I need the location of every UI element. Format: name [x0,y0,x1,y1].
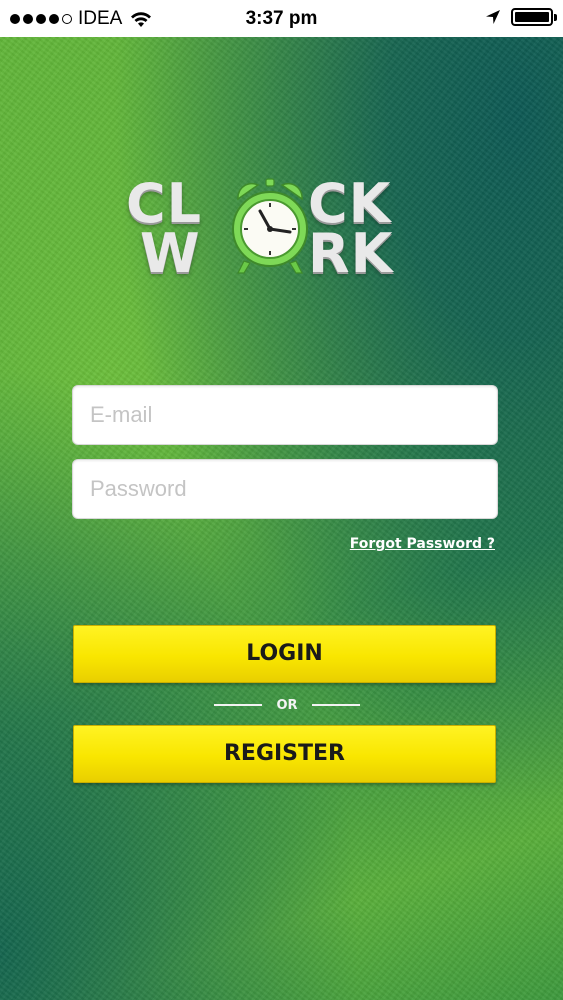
location-arrow-icon [486,10,500,24]
or-divider: OR [214,696,360,714]
password-field[interactable] [72,459,498,519]
login-button[interactable]: LOGIN [73,625,496,683]
forgot-password-link[interactable]: Forgot Password ? [350,536,495,552]
login-screen: CL CK W RK E-mail Forgot Password ? LOGI… [0,37,563,1000]
or-label: OR [276,697,298,713]
or-divider-line-right [312,704,360,706]
logo-text-rk: RK [308,222,394,285]
status-bar: IDEA 3:37 pm [0,0,563,37]
battery-fill [515,12,549,22]
status-time: 3:37 pm [245,8,318,29]
logo-text-w: W [140,222,201,285]
alarm-clock-icon [232,178,308,274]
or-divider-line-left [214,704,262,706]
clockwork-logo: CL CK W RK [126,177,426,283]
register-button[interactable]: REGISTER [73,725,496,783]
status-right [485,8,557,26]
battery-icon [511,8,557,26]
email-field[interactable] [72,385,498,445]
